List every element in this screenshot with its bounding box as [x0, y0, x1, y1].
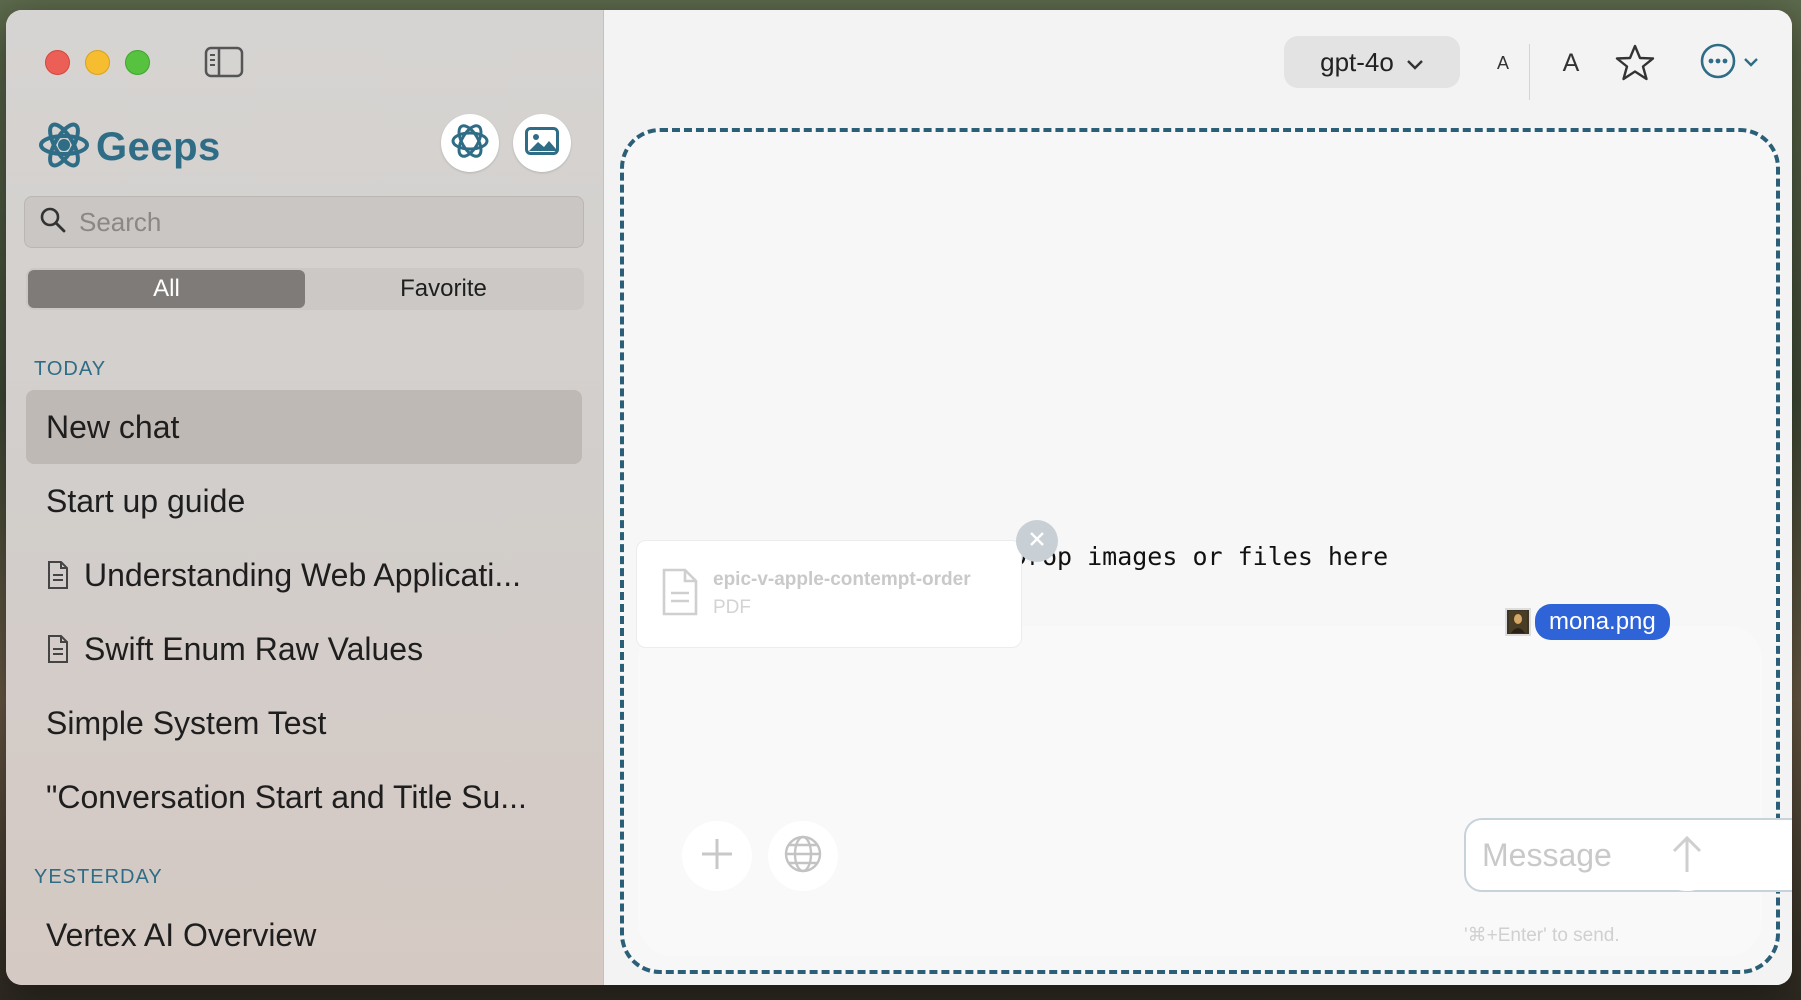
close-icon: [1028, 530, 1046, 553]
openai-icon: [448, 119, 492, 168]
star-icon[interactable]: [1612, 40, 1658, 86]
sidebar: Geeps Search All Favorite TODAY New chat…: [6, 10, 604, 985]
brand: Geeps: [38, 122, 221, 173]
model-selector[interactable]: gpt-4o: [1284, 36, 1460, 88]
sidebar-toggle-icon[interactable]: [202, 44, 246, 80]
web-search-button[interactable]: [768, 821, 838, 891]
chat-item-title: Simple System Test: [46, 704, 327, 741]
search-box: [24, 196, 584, 248]
image-icon: [525, 126, 559, 160]
toolbar-divider: [1529, 44, 1530, 100]
section-label-yesterday: YESTERDAY: [34, 866, 163, 888]
globe-icon: [783, 834, 823, 879]
image-generation-button[interactable]: [513, 114, 571, 172]
openai-new-chat-button[interactable]: [441, 114, 499, 172]
send-button[interactable]: [1652, 821, 1722, 891]
section-label-today: TODAY: [34, 358, 107, 380]
font-smaller-button[interactable]: A: [1488, 40, 1518, 86]
filter-all-tab[interactable]: All: [28, 270, 305, 308]
send-hint: '⌘+Enter' to send.: [1464, 925, 1620, 946]
search-input[interactable]: [79, 206, 559, 238]
attachment-name: epic-v-apple-contempt-order: [713, 569, 971, 590]
composer-panel: [638, 626, 1762, 956]
add-attachment-button[interactable]: [682, 821, 752, 891]
document-icon: [46, 560, 70, 590]
chat-item[interactable]: Simple System Test: [26, 686, 582, 760]
chat-item[interactable]: Vertex AI Overview: [26, 898, 582, 972]
attachment-card[interactable]: epic-v-apple-contempt-order PDF: [636, 540, 1022, 648]
message-input[interactable]: [1464, 818, 1792, 892]
main-panel: gpt-4o A A Drop images or files here epi…: [604, 10, 1792, 985]
chat-item-title: Swift Enum Raw Values: [84, 630, 424, 667]
arrow-up-icon: [1670, 834, 1704, 879]
chat-item[interactable]: Start up guide: [26, 464, 582, 538]
chat-item-title: Start up guide: [46, 482, 246, 519]
chat-item[interactable]: Swift Enum Raw Values: [26, 612, 582, 686]
dragged-file-name: mona.png: [1535, 604, 1670, 640]
chat-item-title: "Conversation Start and Title Su...: [46, 778, 527, 815]
attachment-info: epic-v-apple-contempt-order PDF: [713, 569, 971, 619]
image-thumbnail-icon: [1505, 608, 1531, 636]
filter-favorite-tab[interactable]: Favorite: [305, 270, 582, 308]
dragged-file: mona.png: [1505, 604, 1670, 640]
document-icon: [661, 568, 699, 621]
font-larger-button[interactable]: A: [1554, 40, 1588, 86]
chat-item[interactable]: "Conversation Start and Title Su...: [26, 760, 582, 834]
chat-item-title: Vertex AI Overview: [46, 916, 317, 953]
app-name: Geeps: [96, 125, 221, 169]
atom-logo-icon: [38, 122, 90, 173]
more-options-button[interactable]: [1696, 40, 1762, 86]
remove-attachment-button[interactable]: [1016, 520, 1058, 562]
chevron-down-icon: [1743, 54, 1759, 72]
chat-item-title: Understanding Web Applicati...: [84, 556, 521, 593]
minimize-window-button[interactable]: [85, 50, 110, 75]
model-name: gpt-4o: [1320, 46, 1394, 77]
attachment-type: PDF: [713, 597, 751, 618]
chat-item-title: New chat: [46, 408, 180, 445]
close-window-button[interactable]: [45, 50, 70, 75]
window-controls: [45, 50, 150, 75]
chevron-down-icon: [1406, 47, 1424, 78]
chat-item[interactable]: Understanding Web Applicati...: [26, 538, 582, 612]
filter-segmented-control: All Favorite: [26, 268, 584, 310]
plus-icon: [699, 836, 735, 877]
ellipsis-circle-icon: [1699, 42, 1737, 85]
search-icon: [39, 206, 67, 239]
zoom-window-button[interactable]: [125, 50, 150, 75]
app-window: Geeps Search All Favorite TODAY New chat…: [6, 10, 1792, 985]
chat-item[interactable]: New chat: [26, 390, 582, 464]
document-icon: [46, 634, 70, 664]
